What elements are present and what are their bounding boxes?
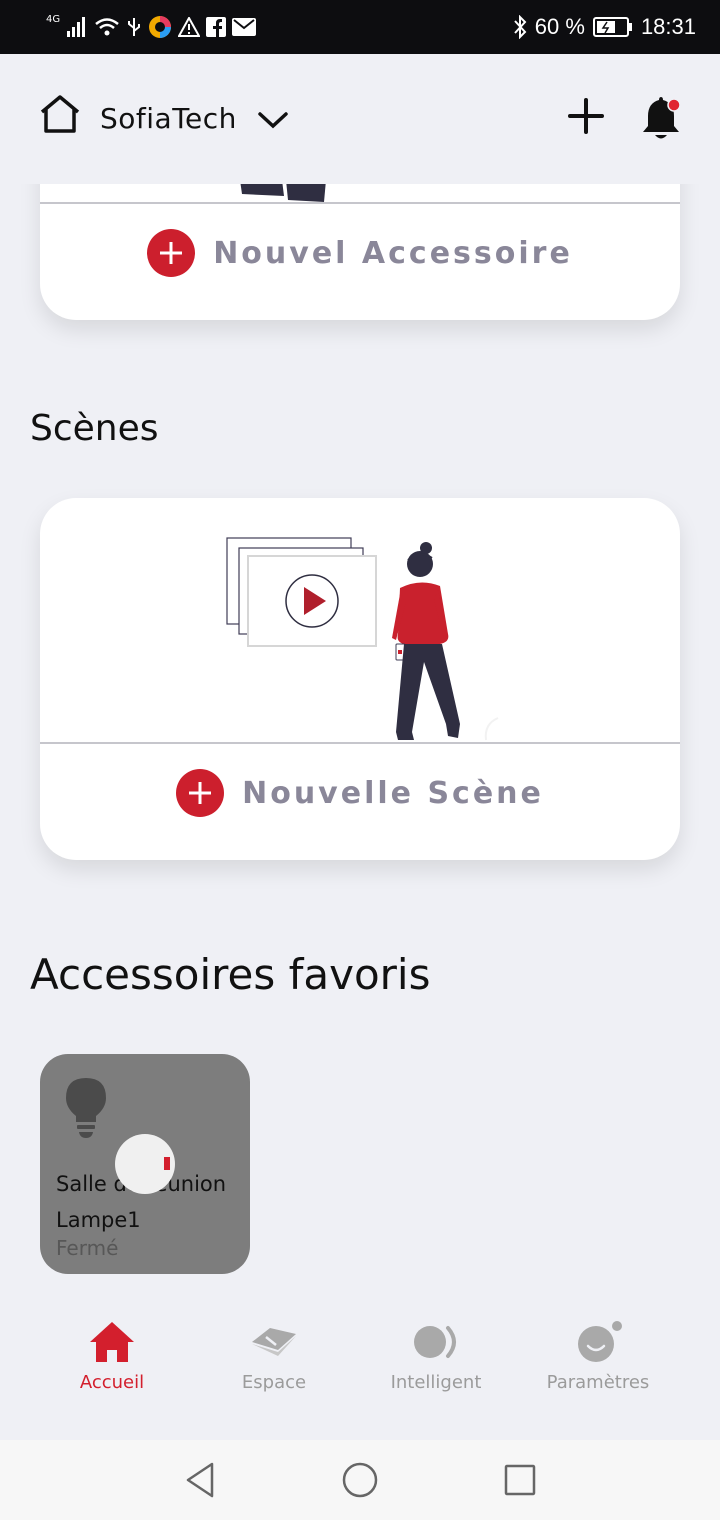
power-toggle-indicator [164, 1157, 170, 1170]
usb-icon [128, 18, 141, 36]
plus-circle-icon [176, 769, 225, 817]
home-icon[interactable] [38, 94, 82, 134]
settings-icon [578, 1321, 622, 1362]
bottom-tab-bar: Accueil Espace Intelligent Paramètres [0, 1300, 720, 1440]
wifi-icon [95, 18, 119, 36]
tab-accueil[interactable]: Accueil [32, 1320, 192, 1393]
tab-intelligent[interactable]: Intelligent [356, 1320, 516, 1393]
system-navigation-bar [0, 1440, 720, 1520]
back-icon[interactable] [178, 1458, 222, 1502]
favorite-accessory-status: Fermé [56, 1236, 119, 1260]
scenes-section-title: Scènes [30, 408, 159, 449]
tab-espace[interactable]: Espace [194, 1320, 354, 1393]
tab-espace-label: Espace [241, 1372, 307, 1393]
tab-intelligent-label: Intelligent [390, 1372, 482, 1393]
bluetooth-icon [514, 15, 527, 39]
new-accessory-label: Nouvel Accessoire [213, 235, 573, 271]
card-divider [40, 202, 680, 204]
status-bar: 4G 60 % 18:31 [0, 0, 720, 54]
scenes-card: Nouvelle Scène [40, 498, 680, 860]
app-color-icon [149, 16, 172, 38]
new-accessory-button[interactable]: Nouvel Accessoire [40, 228, 680, 278]
home-nav-icon[interactable] [338, 1458, 382, 1502]
tab-accueil-label: Accueil [79, 1372, 145, 1393]
network-type: 4G [46, 14, 61, 25]
light-bulb-icon [66, 1078, 106, 1138]
warning-icon [178, 17, 201, 37]
mail-icon [232, 18, 257, 36]
recents-icon[interactable] [498, 1458, 542, 1502]
home-selector-label[interactable]: SofiaTech [100, 102, 237, 135]
new-scene-label: Nouvelle Scène [242, 775, 544, 811]
card-divider [40, 742, 680, 744]
app-header: SofiaTech [0, 54, 720, 184]
add-icon[interactable] [566, 96, 606, 136]
favorite-device-name: Lampe1 [56, 1208, 141, 1232]
facebook-icon [206, 17, 227, 37]
plus-circle-icon [147, 229, 196, 277]
new-scene-button[interactable]: Nouvelle Scène [40, 768, 680, 818]
clock: 18:31 [640, 14, 696, 39]
scene-illustration [226, 537, 499, 741]
notification-bell-icon[interactable] [638, 94, 684, 142]
space-icon [252, 1328, 296, 1356]
home-icon [90, 1322, 134, 1362]
battery-percent: 60 % [534, 14, 585, 39]
signal-icon [67, 17, 86, 37]
tab-parametres-label: Paramètres [546, 1372, 650, 1393]
chevron-down-icon[interactable] [256, 108, 290, 132]
smart-icon [414, 1326, 456, 1358]
battery-icon [592, 17, 632, 37]
favorites-section-title: Accessoires favoris [30, 950, 431, 999]
tab-parametres[interactable]: Paramètres [518, 1320, 678, 1393]
